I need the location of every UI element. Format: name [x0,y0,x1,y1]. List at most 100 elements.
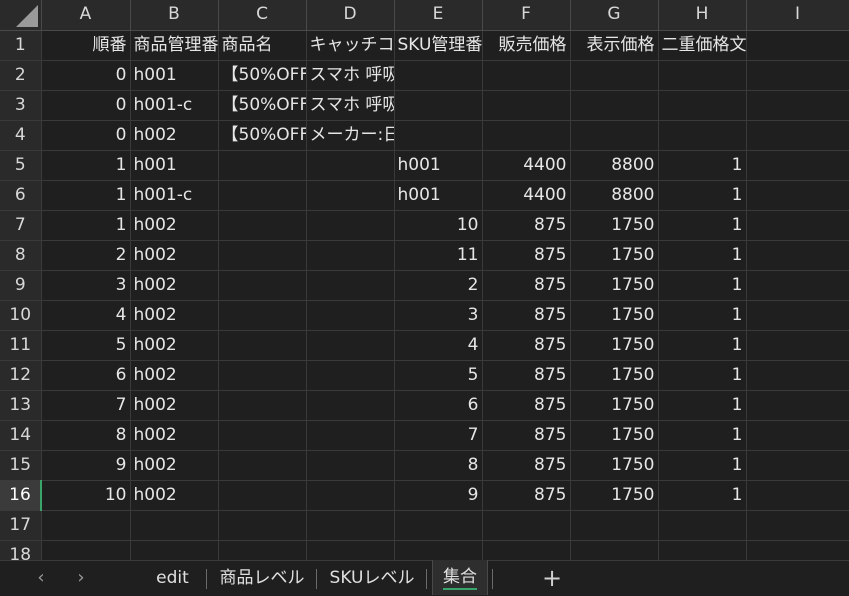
cell-h18[interactable] [658,540,747,560]
cell-c4[interactable]: 【50%OFF [218,120,307,151]
cell-b13[interactable]: h002 [130,390,219,421]
row-header[interactable]: 9 [0,270,42,301]
cell-e3[interactable] [394,90,483,121]
cell-i16[interactable] [746,480,849,511]
cell-i4[interactable] [746,120,849,151]
cell-i6[interactable] [746,180,849,211]
cell-i3[interactable] [746,90,849,121]
cell-d5[interactable] [306,150,395,181]
cell-f9[interactable]: 875 [482,270,571,301]
cell-c9[interactable] [218,270,307,301]
cell-f10[interactable]: 875 [482,300,571,331]
cell-a11[interactable]: 5 [41,330,131,361]
cell-h8[interactable]: 1 [658,240,747,271]
cell-f12[interactable]: 875 [482,360,571,391]
row-header[interactable]: 18 [0,540,42,560]
cell-b7[interactable]: h002 [130,210,219,241]
cell-h4[interactable] [658,120,747,151]
cell-b11[interactable]: h002 [130,330,219,361]
cell-b5[interactable]: h001 [130,150,219,181]
cell-b16[interactable]: h002 [130,480,219,511]
scroll-tabs-right-icon[interactable]: › [70,567,92,589]
cell-f16[interactable]: 875 [482,480,571,511]
cell-a18[interactable] [41,540,131,560]
cell-a4[interactable]: 0 [41,120,131,151]
cell-i8[interactable] [746,240,849,271]
cell-d8[interactable] [306,240,395,271]
cell-d4[interactable]: メーカー:日本エイテックス eightex [306,120,395,151]
cell-e12[interactable]: 5 [394,360,483,391]
cell-c10[interactable] [218,300,307,331]
cell-d12[interactable] [306,360,395,391]
column-header-e[interactable]: E [394,0,483,31]
cell-d9[interactable] [306,270,395,301]
row-header[interactable]: 2 [0,60,42,91]
column-header-f[interactable]: F [482,0,571,31]
cell-e9[interactable]: 2 [394,270,483,301]
cell-h3[interactable] [658,90,747,121]
cell-c8[interactable] [218,240,307,271]
cell-b1[interactable]: 商品管理番 [130,30,219,61]
cell-f5[interactable]: 4400 [482,150,571,181]
row-header[interactable]: 12 [0,360,42,391]
cell-e11[interactable]: 4 [394,330,483,361]
cell-a15[interactable]: 9 [41,450,131,481]
cell-c12[interactable] [218,360,307,391]
cell-i2[interactable] [746,60,849,91]
scroll-tabs-left-icon[interactable]: ‹ [30,567,52,589]
cell-h15[interactable]: 1 [658,450,747,481]
cell-d15[interactable] [306,450,395,481]
cell-i9[interactable] [746,270,849,301]
cell-h9[interactable]: 1 [658,270,747,301]
cell-b14[interactable]: h002 [130,420,219,451]
cell-a14[interactable]: 8 [41,420,131,451]
cell-e1[interactable]: SKU管理番 [394,30,483,61]
cell-g3[interactable] [570,90,659,121]
row-header[interactable]: 10 [0,300,42,331]
cell-e13[interactable]: 6 [394,390,483,421]
cell-h10[interactable]: 1 [658,300,747,331]
cell-d3[interactable]: スマホ 呼吸 オムツ ギフト [306,90,395,121]
cell-a9[interactable]: 3 [41,270,131,301]
cell-b17[interactable] [130,510,219,541]
cell-f6[interactable]: 4400 [482,180,571,211]
cell-g5[interactable]: 8800 [570,150,659,181]
cell-a5[interactable]: 1 [41,150,131,181]
cell-b3[interactable]: h001-c [130,90,219,121]
cell-a7[interactable]: 1 [41,210,131,241]
cell-a1[interactable]: 順番 [41,30,131,61]
cell-h17[interactable] [658,510,747,541]
cell-i14[interactable] [746,420,849,451]
cell-f1[interactable]: 販売価格 [482,30,571,61]
cell-e16[interactable]: 9 [394,480,483,511]
cell-e7[interactable]: 10 [394,210,483,241]
cell-a13[interactable]: 7 [41,390,131,421]
cell-i11[interactable] [746,330,849,361]
row-header[interactable]: 17 [0,510,42,541]
cell-b15[interactable]: h002 [130,450,219,481]
cell-e15[interactable]: 8 [394,450,483,481]
tab-product-level[interactable]: 商品レベル [214,561,310,595]
cell-c7[interactable] [218,210,307,241]
cell-c11[interactable] [218,330,307,361]
cell-h13[interactable]: 1 [658,390,747,421]
cell-h12[interactable]: 1 [658,360,747,391]
cell-f4[interactable] [482,120,571,151]
cell-b4[interactable]: h002 [130,120,219,151]
cell-e17[interactable] [394,510,483,541]
cell-c1[interactable]: 商品名 [218,30,307,61]
cell-e6[interactable]: h001 [394,180,483,211]
cell-d18[interactable] [306,540,395,560]
cell-g9[interactable]: 1750 [570,270,659,301]
cell-a10[interactable]: 4 [41,300,131,331]
cell-e14[interactable]: 7 [394,420,483,451]
cell-a2[interactable]: 0 [41,60,131,91]
cell-e18[interactable] [394,540,483,560]
cell-i10[interactable] [746,300,849,331]
cell-f3[interactable] [482,90,571,121]
cell-d10[interactable] [306,300,395,331]
cell-f13[interactable]: 875 [482,390,571,421]
row-header[interactable]: 8 [0,240,42,271]
cell-d17[interactable] [306,510,395,541]
cell-i1[interactable] [746,30,849,61]
